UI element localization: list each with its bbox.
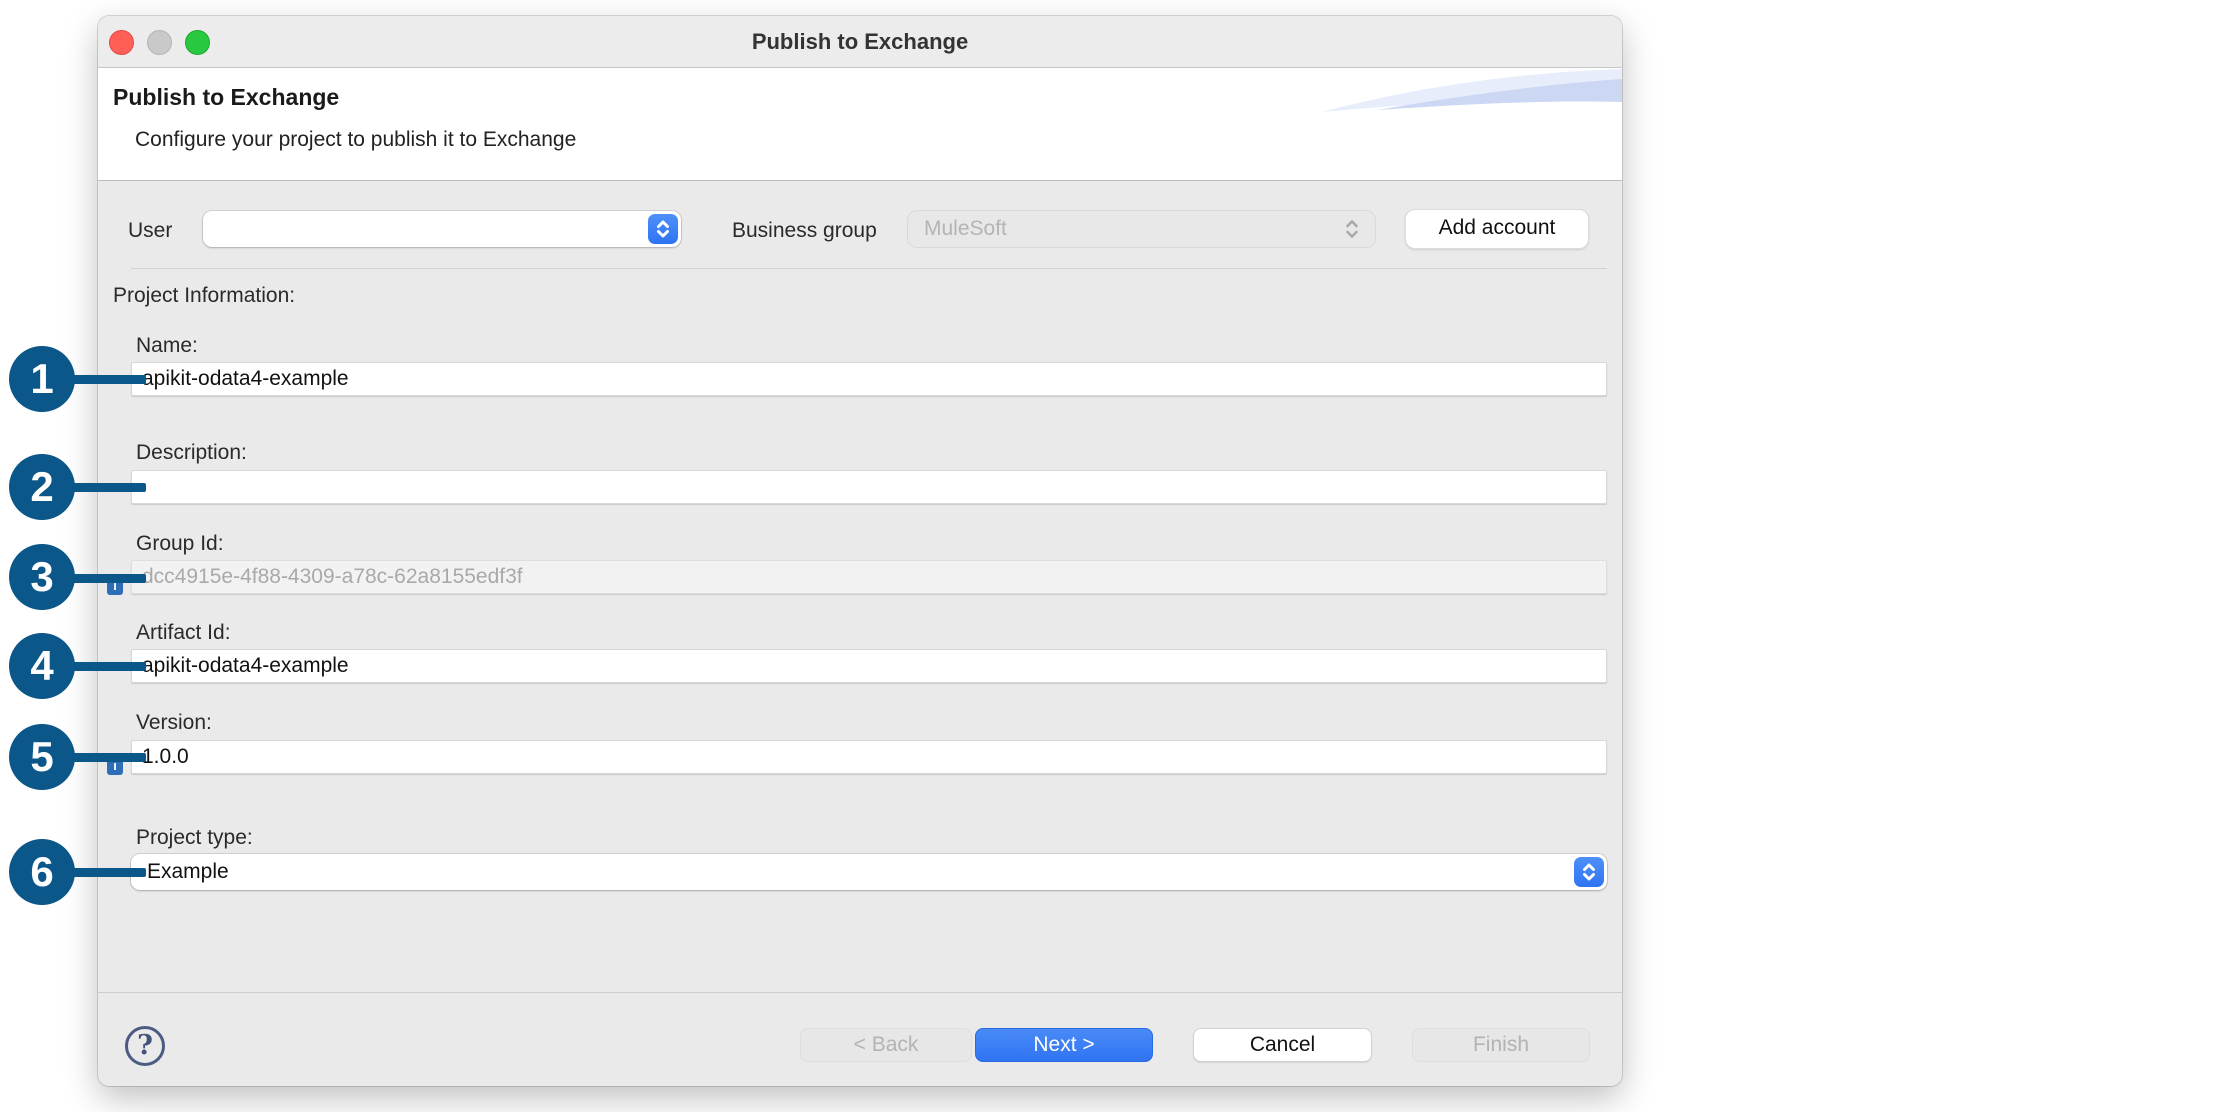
window-title: Publish to Exchange	[98, 16, 1622, 67]
add-account-button[interactable]: Add account	[1405, 209, 1589, 249]
business-group-select[interactable]: MuleSoft	[908, 211, 1375, 247]
callout-badge-6: 6	[9, 839, 75, 905]
artifact-id-label: Artifact Id:	[136, 621, 231, 645]
project-type-select[interactable]: Example	[131, 854, 1607, 890]
callout-connector-3	[68, 574, 146, 583]
group-id-label: Group Id:	[136, 532, 224, 556]
header-banner-swoosh	[1322, 68, 1622, 114]
titlebar: Publish to Exchange	[98, 16, 1622, 68]
callout-badge-5: 5	[9, 724, 75, 790]
chevron-up-down-icon	[648, 214, 678, 244]
page-title: Publish to Exchange	[113, 84, 339, 111]
question-mark-icon: ?	[137, 1030, 153, 1061]
version-input[interactable]	[131, 740, 1607, 774]
project-type-select-value: Example	[147, 854, 229, 890]
description-input[interactable]	[131, 470, 1607, 504]
name-label: Name:	[136, 334, 198, 358]
description-label: Description:	[136, 441, 247, 465]
business-group-label: Business group	[732, 219, 877, 243]
back-button[interactable]: < Back	[800, 1028, 972, 1062]
help-button[interactable]: ?	[125, 1026, 165, 1066]
version-label: Version:	[136, 711, 212, 735]
callout-badge-2: 2	[9, 454, 75, 520]
user-select[interactable]	[203, 211, 681, 247]
callout-connector-6	[68, 868, 146, 877]
chevron-up-down-icon	[1341, 214, 1363, 244]
callout-badge-4: 4	[9, 633, 75, 699]
screen: Publish to Exchange Publish to Exchange …	[0, 0, 2240, 1112]
page-description: Configure your project to publish it to …	[135, 128, 576, 152]
project-type-label: Project type:	[136, 826, 253, 850]
wizard-header: Publish to Exchange Configure your proje…	[98, 68, 1622, 181]
chevron-up-down-icon	[1574, 857, 1604, 887]
finish-button[interactable]: Finish	[1412, 1028, 1590, 1062]
callout-connector-4	[68, 662, 146, 671]
section-divider	[131, 268, 1607, 269]
callout-connector-5	[68, 753, 146, 762]
button-bar: ? < Back Next > Cancel Finish	[98, 992, 1622, 1086]
group-id-input	[131, 560, 1607, 594]
next-button[interactable]: Next >	[975, 1028, 1153, 1062]
publish-to-exchange-dialog: Publish to Exchange Publish to Exchange …	[98, 16, 1622, 1086]
business-group-select-value: MuleSoft	[924, 211, 1007, 247]
callout-badge-3: 3	[9, 544, 75, 610]
callout-badge-1: 1	[9, 346, 75, 412]
callout-connector-2	[68, 483, 146, 492]
name-input[interactable]	[131, 362, 1607, 396]
artifact-id-input[interactable]	[131, 649, 1607, 683]
user-label: User	[128, 219, 172, 243]
cancel-button[interactable]: Cancel	[1193, 1028, 1372, 1062]
callout-connector-1	[68, 375, 146, 384]
project-information-label: Project Information:	[113, 284, 295, 308]
